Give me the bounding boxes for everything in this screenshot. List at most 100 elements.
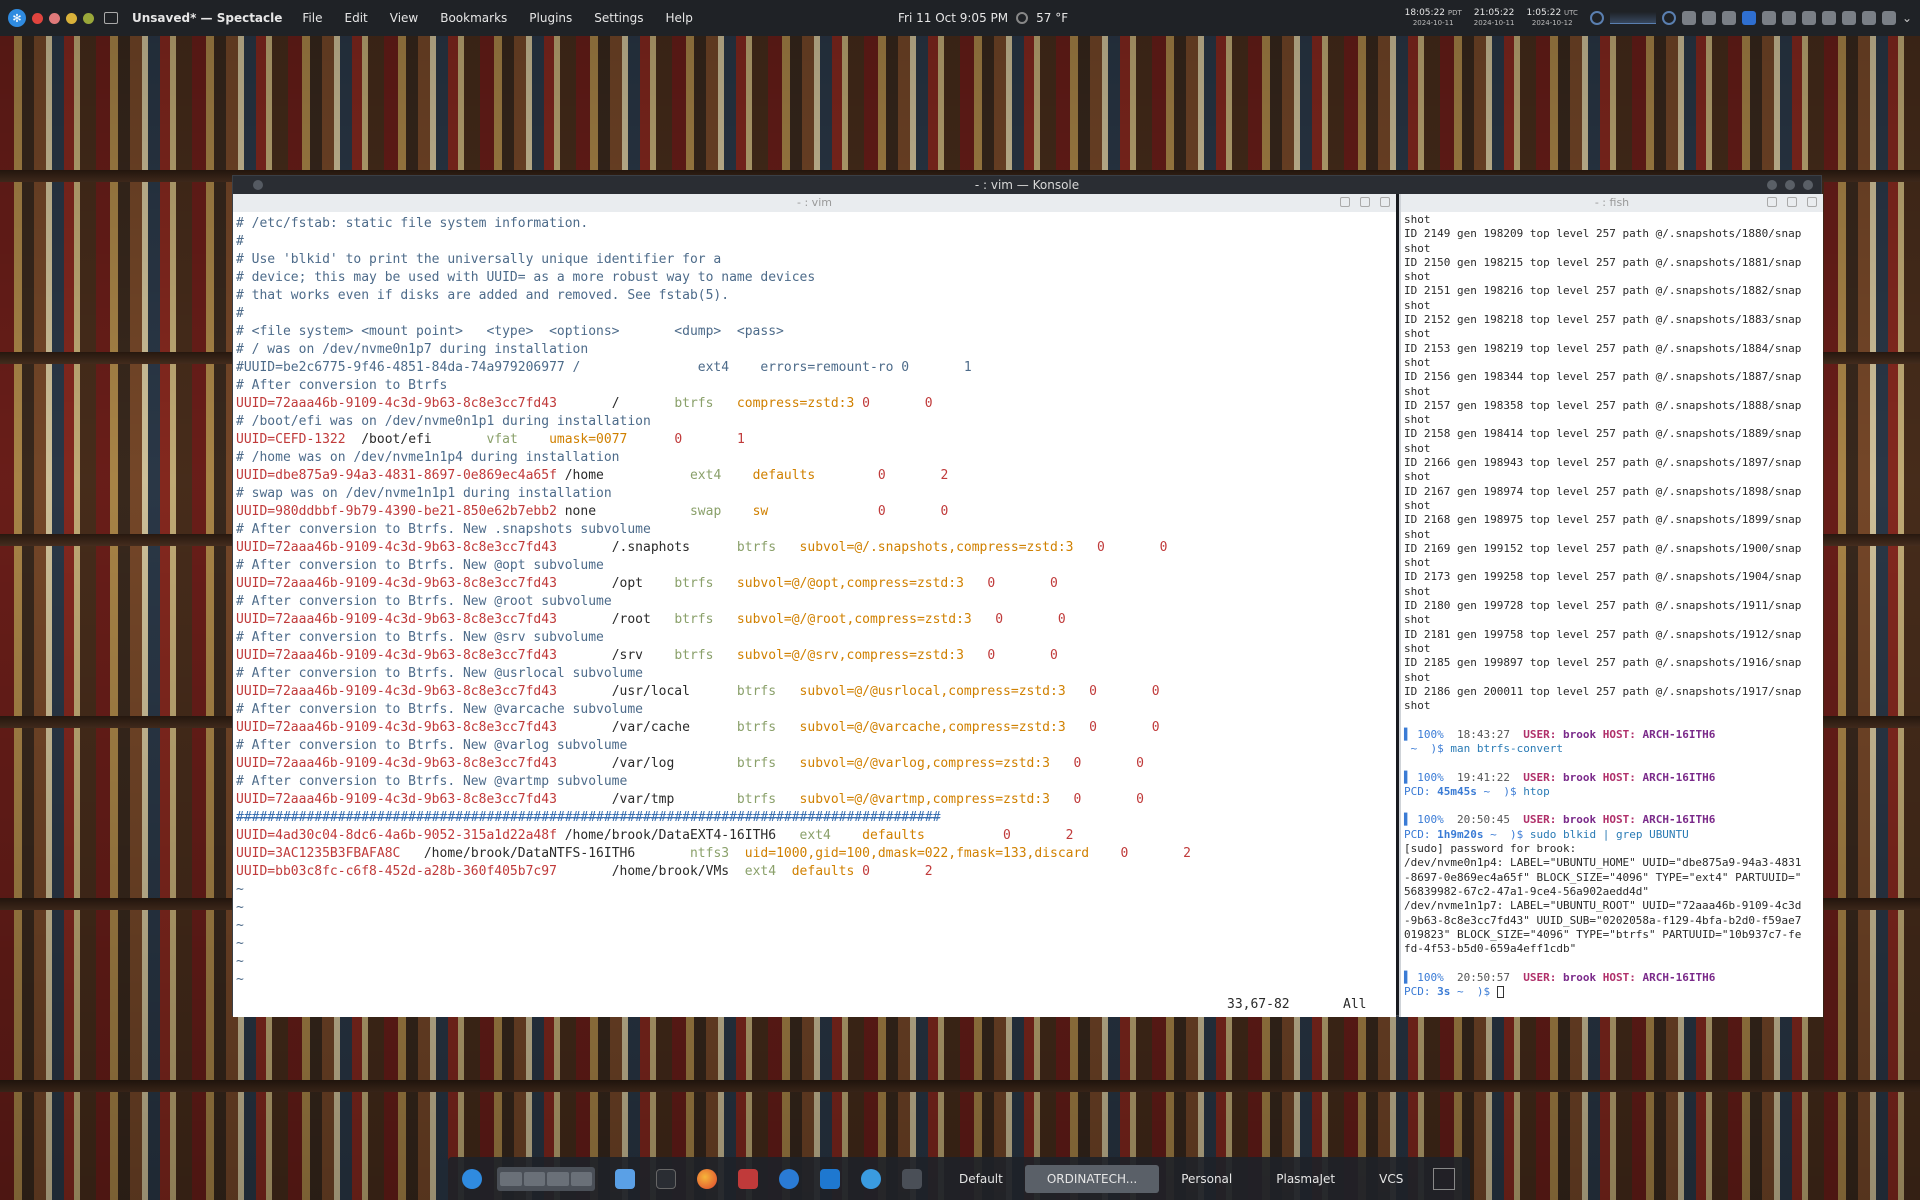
prompt-host-label: HOST: (1596, 727, 1643, 741)
terminal-icon[interactable] (656, 1168, 676, 1189)
menu-plugins[interactable]: Plugins (529, 11, 572, 25)
menu-bookmarks[interactable]: Bookmarks (440, 11, 507, 25)
prompt-header: ▌ 100% 18:43:27 USER: brook HOST: ARCH-1… (1404, 728, 1823, 742)
activity-default[interactable]: Default (937, 1165, 1025, 1193)
minimize-window-icon[interactable] (66, 12, 77, 24)
vim-line: # After conversion to Btrfs. New .snapsh… (236, 521, 1396, 539)
activity-personal[interactable]: Personal (1159, 1165, 1254, 1193)
text-span (1510, 728, 1523, 741)
world-clock-3[interactable]: 1:05:22 UTC 2024-10-12 (1526, 8, 1577, 28)
fstab-spacer (886, 468, 941, 483)
prompt-host: ARCH-16ITH6 (1642, 770, 1716, 784)
prompt-arrow: )$ (1509, 827, 1530, 841)
vim-line: # (236, 233, 1396, 251)
menu-settings[interactable]: Settings (594, 11, 643, 25)
screenshot-icon[interactable] (1721, 11, 1736, 25)
app-launcher-icon[interactable] (462, 1168, 482, 1189)
fstab-uuid: UUID=CEFD-1322 (236, 432, 346, 447)
world-clock-1[interactable]: 18:05:22 PDT 2024-10-11 (1405, 8, 1462, 28)
virtual-desktop-pager[interactable] (497, 1166, 595, 1191)
empty-line-marker: ~ (236, 936, 244, 951)
keep-above-icon[interactable] (83, 12, 94, 24)
menu-file[interactable]: File (302, 11, 322, 25)
vim-line: # After conversion to Btrfs. New @varcac… (236, 701, 1396, 719)
activity-ordinatech[interactable]: ORDINATECH... (1024, 1164, 1160, 1193)
close-view-icon[interactable] (1380, 197, 1390, 207)
fstab-pass: 0 (1057, 612, 1066, 627)
fstab-comment: # Use 'blkid' to print the universally u… (236, 252, 722, 267)
fish-output[interactable]: shot ID 2149 gen 198209 top level 257 pat… (1401, 212, 1823, 999)
prompt-battery: 100% (1417, 970, 1444, 984)
split-view-icon[interactable] (1340, 197, 1350, 207)
fstab-options: defaults (776, 864, 863, 879)
keyboard-layout-icon[interactable] (1841, 11, 1856, 25)
prompt-line[interactable]: ~ )$ man btrfs-convert (1404, 742, 1823, 756)
vim-line: # /boot/efi was on /dev/nvme0n1p1 during… (236, 413, 1396, 431)
kate-icon[interactable] (738, 1168, 758, 1189)
tray-expand-icon[interactable]: ⌄ (1902, 11, 1912, 25)
detach-view-icon[interactable] (1787, 197, 1797, 207)
firefox-icon[interactable] (697, 1168, 717, 1189)
menu-view[interactable]: View (390, 11, 418, 25)
vscode-icon[interactable] (820, 1168, 840, 1189)
fstab-options: uid=1000,gid=100,dmask=022,fmask=133,dis… (729, 846, 1121, 861)
close-view-icon[interactable] (1807, 197, 1817, 207)
bluetooth-icon[interactable] (1801, 11, 1816, 25)
fstab-type: btrfs (674, 576, 714, 591)
window-menu-icon[interactable] (253, 180, 263, 190)
clock-datetime[interactable]: Fri 11 Oct 9:05 PM (898, 11, 1008, 25)
show-desktop-icon[interactable] (1433, 1167, 1456, 1190)
wifi-icon[interactable] (1861, 11, 1876, 25)
fstab-mount-point: /var/cache (556, 720, 737, 735)
menu-help[interactable]: Help (665, 11, 692, 25)
fstab-mount-point: /.snaphots (556, 540, 737, 555)
empty-line-marker: ~ (236, 954, 244, 969)
maximize-window-icon[interactable] (49, 12, 60, 24)
activity-plasmajet[interactable]: PlasmaJet (1254, 1165, 1357, 1193)
vim-line: UUID=dbe875a9-94a3-4831-8697-0e869ec4a65… (236, 467, 1396, 485)
minimize-button[interactable] (1767, 180, 1777, 190)
discover-icon[interactable] (861, 1168, 881, 1189)
activity-vcs[interactable]: VCS (1357, 1165, 1425, 1193)
clipboard-icon[interactable] (1681, 11, 1696, 25)
weather-temperature[interactable]: 57 °F (1036, 11, 1068, 25)
blkid-output-line: [sudo] password for brook: (1404, 842, 1577, 856)
fstab-type: ext4 (799, 828, 831, 843)
terminal-cursor[interactable] (1496, 986, 1504, 999)
vim-pane[interactable]: - : vim # /etc/fstab: static file system… (233, 194, 1396, 1017)
dolphin-icon[interactable] (615, 1168, 635, 1189)
fstab-uuid: UUID=72aaa46b-9109-4c3d-9b63-8c8e3cc7fd4… (236, 720, 557, 735)
close-window-icon[interactable] (32, 12, 43, 24)
fstab-options: subvol=@/@varcache,compress=zstd:3 (776, 720, 1090, 735)
vim-line: # After conversion to Btrfs. New @opt su… (236, 557, 1396, 575)
prompt-line[interactable]: PCD: 1h9m20s ~ )$ sudo blkid | grep UBUN… (1404, 828, 1823, 842)
battery-icon[interactable] (1881, 11, 1896, 25)
close-button[interactable] (1803, 180, 1813, 190)
memory-load-icon[interactable] (1661, 11, 1676, 25)
detach-view-icon[interactable] (1360, 197, 1370, 207)
world-clock-2[interactable]: 21:05:22 2024-10-11 (1474, 8, 1515, 28)
thunderbird-icon[interactable] (779, 1168, 799, 1189)
prompt-line[interactable]: PCD: 45m45s ~ )$ htop (1404, 785, 1823, 799)
volume-icon[interactable] (1781, 11, 1796, 25)
fstab-options: defaults (830, 828, 1004, 843)
brightness-icon[interactable] (1821, 11, 1836, 25)
keyboard-icon[interactable] (902, 1168, 922, 1189)
fstab-type: btrfs (736, 756, 777, 771)
subvolume-line: ID 2150 gen 198215 top level 257 path @/… (1404, 255, 1802, 269)
kde-launcher-icon[interactable]: ✻ (8, 9, 26, 27)
fstab-comment: #UUID=be2c6775-9f46-4851-84da-74a9792069… (236, 360, 972, 375)
network-graph[interactable] (1609, 12, 1656, 24)
kde-connect-icon[interactable] (1741, 11, 1756, 25)
vim-buffer[interactable]: # /etc/fstab: static file system informa… (233, 212, 1396, 989)
cpu-load-icon[interactable] (1589, 11, 1604, 25)
maximize-button[interactable] (1785, 180, 1795, 190)
menu-edit[interactable]: Edit (345, 11, 368, 25)
notifications-icon[interactable] (1701, 11, 1716, 25)
fstab-pass: 0 (924, 396, 933, 411)
fish-pane[interactable]: - : fish shot ID 2149 gen 198209 top leve… (1399, 194, 1823, 1017)
split-view-icon[interactable] (1767, 197, 1777, 207)
fstab-mount-point: /home/brook/DataNTFS-16ITH6 (400, 846, 690, 861)
konsole-titlebar[interactable]: - : vim — Konsole (233, 176, 1821, 194)
display-icon[interactable] (1761, 11, 1776, 25)
